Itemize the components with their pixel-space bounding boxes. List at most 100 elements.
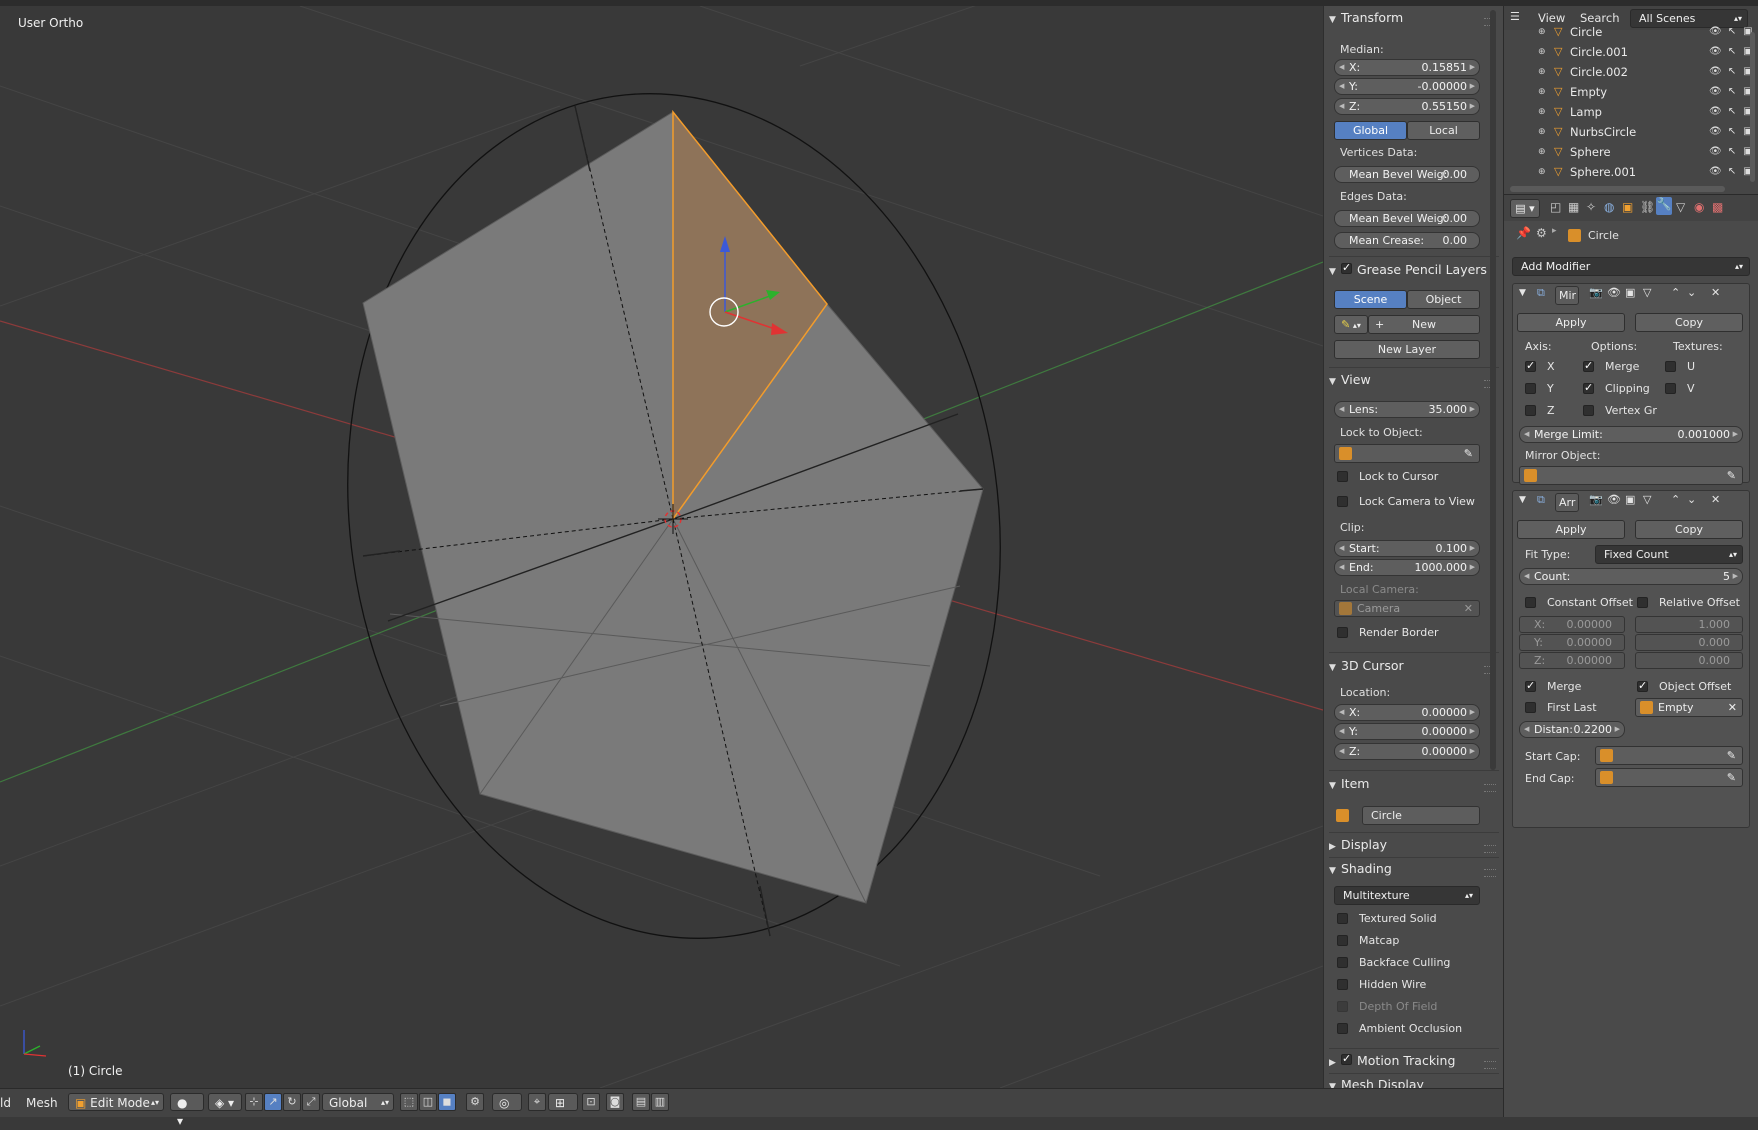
outliner-item[interactable]: ⊕ ▽ Circle.002 👁 ↖ ▣ bbox=[1504, 62, 1758, 82]
show-viewport-icon[interactable]: 👁 bbox=[1607, 286, 1621, 299]
merge-distance-field[interactable]: ◀ Distan: 0.2200 ▶ bbox=[1519, 721, 1625, 738]
median-z-field[interactable]: ◀ Z: 0.55150 ▶ bbox=[1334, 98, 1480, 115]
snap-element-selector[interactable]: ⊞ bbox=[548, 1093, 578, 1111]
viewport-shading-selector[interactable]: ● ▾ bbox=[170, 1093, 204, 1128]
visibility-eye-icon[interactable]: 👁 bbox=[1709, 106, 1722, 118]
remove-modifier-icon[interactable]: ✕ bbox=[1711, 286, 1720, 299]
outliner-item[interactable]: ⊕ ▽ Circle 👁 ↖ ▣ bbox=[1504, 22, 1758, 42]
shading-mode-dropdown[interactable]: Multitexture ▴▾ bbox=[1334, 886, 1480, 905]
view-menu[interactable]: ld bbox=[0, 1094, 11, 1112]
mean-crease-field[interactable]: Mean Crease: 0.00 bbox=[1334, 232, 1480, 249]
render-animation-icon[interactable]: ▤ bbox=[632, 1093, 650, 1111]
modifiers-tab-icon[interactable]: 🔧 bbox=[1656, 197, 1672, 215]
median-y-field[interactable]: ◀ Y: -0.00000 ▶ bbox=[1334, 78, 1480, 95]
expand-icon[interactable]: ⊕ bbox=[1538, 22, 1546, 42]
mirror-apply-button[interactable]: Apply bbox=[1517, 313, 1625, 332]
new-layer-button[interactable]: New Layer bbox=[1334, 340, 1480, 359]
grease-pencil-header[interactable]: ▼Grease Pencil Layers bbox=[1329, 260, 1487, 280]
remove-modifier-icon[interactable]: ✕ bbox=[1711, 493, 1720, 506]
vertex-select-icon[interactable]: ⬚ bbox=[400, 1093, 418, 1111]
move-up-icon[interactable]: ⌃ bbox=[1671, 493, 1680, 506]
mesh-menu[interactable]: Mesh bbox=[26, 1094, 58, 1112]
texture-tab-icon[interactable]: ▩ bbox=[1712, 200, 1723, 214]
show-editmode-icon[interactable]: ▣ bbox=[1625, 286, 1635, 299]
offset-object-field[interactable]: Empty ✕ bbox=[1635, 698, 1743, 717]
data-tab-icon[interactable]: ▽ bbox=[1676, 200, 1685, 214]
array-copy-button[interactable]: Copy bbox=[1635, 520, 1743, 539]
item-panel-header[interactable]: ▼ Item bbox=[1329, 774, 1369, 794]
outliner-item[interactable]: ⊕ ▽ Sphere 👁 ↖ ▣ bbox=[1504, 142, 1758, 162]
panel-scrollbar[interactable] bbox=[1490, 10, 1496, 770]
expand-icon[interactable]: ⊕ bbox=[1538, 82, 1546, 102]
clip-end-field[interactable]: ◀ End: 1000.000 ▶ bbox=[1334, 559, 1480, 576]
eyedropper-icon[interactable]: ✎ bbox=[1727, 467, 1736, 484]
edge-select-icon[interactable]: ◫ bbox=[419, 1093, 437, 1111]
collapse-arrow-icon[interactable]: ▼ bbox=[1519, 288, 1526, 298]
render-icon[interactable]: ◙ bbox=[606, 1093, 624, 1111]
mirror-name-field[interactable]: Mir bbox=[1555, 286, 1579, 305]
pin-icon[interactable]: 📌 bbox=[1516, 226, 1531, 240]
grease-new-button[interactable]: + New bbox=[1368, 315, 1480, 334]
select-arrow-icon[interactable]: ↖ bbox=[1726, 46, 1738, 58]
grease-pencil-checkbox[interactable] bbox=[1341, 261, 1357, 275]
visibility-eye-icon[interactable]: 👁 bbox=[1709, 86, 1722, 98]
motion-tracking-header[interactable]: ▶Motion Tracking bbox=[1329, 1051, 1455, 1071]
collapse-arrow-icon[interactable]: ▼ bbox=[1519, 495, 1526, 505]
expand-icon[interactable]: ⊕ bbox=[1538, 42, 1546, 62]
item-name-field[interactable]: Circle bbox=[1362, 806, 1480, 825]
visibility-eye-icon[interactable]: 👁 bbox=[1709, 26, 1722, 38]
grease-brush-selector[interactable]: ✎ ▴▾ bbox=[1334, 315, 1368, 334]
expand-icon[interactable]: ⊕ bbox=[1538, 122, 1546, 142]
material-tab-icon[interactable]: ◉ bbox=[1694, 200, 1704, 214]
occlude-geometry-icon[interactable]: ⚙ bbox=[466, 1093, 484, 1111]
mirror-object-field[interactable]: ✎ bbox=[1519, 466, 1743, 485]
global-toggle[interactable]: Global bbox=[1334, 121, 1407, 140]
move-down-icon[interactable]: ⌄ bbox=[1687, 286, 1696, 299]
grease-scene-toggle[interactable]: Scene bbox=[1334, 290, 1407, 309]
mode-selector[interactable]: ▣ Edit Mode ▴▾ bbox=[68, 1093, 164, 1111]
panel-grip-icon[interactable] bbox=[1484, 845, 1496, 853]
show-cage-icon[interactable]: ▽ bbox=[1643, 286, 1651, 299]
outliner-hscrollbar[interactable] bbox=[1510, 186, 1725, 192]
render-layers-tab-icon[interactable]: ▦ bbox=[1568, 200, 1579, 214]
select-arrow-icon[interactable]: ↖ bbox=[1726, 146, 1738, 158]
array-apply-button[interactable]: Apply bbox=[1517, 520, 1625, 539]
viewport-canvas[interactable] bbox=[0, 6, 1323, 1088]
proportional-edit-selector[interactable]: ◎ bbox=[492, 1093, 522, 1111]
visibility-eye-icon[interactable]: 👁 bbox=[1709, 146, 1722, 158]
constraints-tab-icon[interactable]: ⛓ bbox=[1640, 200, 1655, 214]
outliner-item[interactable]: ⊕ ▽ Lamp 👁 ↖ ▣ bbox=[1504, 102, 1758, 122]
shading-panel-header[interactable]: ▼ Shading bbox=[1329, 859, 1392, 879]
outliner-item[interactable]: ⊕ ▽ Sphere.001 👁 ↖ ▣ bbox=[1504, 162, 1758, 182]
expand-icon[interactable]: ⊕ bbox=[1538, 62, 1546, 82]
outliner-item[interactable]: ⊕ ▽ Empty 👁 ↖ ▣ bbox=[1504, 82, 1758, 102]
show-editmode-icon[interactable]: ▣ bbox=[1625, 493, 1635, 506]
count-field[interactable]: ◀ Count: 5 ▶ bbox=[1519, 568, 1743, 585]
local-toggle[interactable]: Local bbox=[1407, 121, 1480, 140]
editor-type-selector[interactable]: ▤ ▾ bbox=[1510, 199, 1540, 218]
select-arrow-icon[interactable]: ↖ bbox=[1726, 66, 1738, 78]
outliner-item[interactable]: ⊕ ▽ Circle.001 👁 ↖ ▣ bbox=[1504, 42, 1758, 62]
merge-limit-field[interactable]: ◀ Merge Limit: 0.001000 ▶ bbox=[1519, 426, 1743, 443]
cursor-x-field[interactable]: ◀ X: 0.00000 ▶ bbox=[1334, 704, 1480, 721]
end-cap-field[interactable]: ✎ bbox=[1595, 768, 1743, 787]
face-select-icon[interactable]: ◼ bbox=[438, 1093, 456, 1111]
show-render-icon[interactable]: 📷 bbox=[1589, 286, 1603, 299]
start-cap-field[interactable]: ✎ bbox=[1595, 746, 1743, 765]
3d-cursor-panel-header[interactable]: ▼ 3D Cursor bbox=[1329, 656, 1404, 676]
transform-panel-header[interactable]: ▼ Transform bbox=[1329, 8, 1403, 28]
opengl-render-icon[interactable]: ▥ bbox=[651, 1093, 669, 1111]
select-arrow-icon[interactable]: ↖ bbox=[1726, 106, 1738, 118]
render-tab-icon[interactable]: ◰ bbox=[1550, 200, 1561, 214]
eyedropper-icon[interactable]: ✎ bbox=[1464, 445, 1473, 462]
world-tab-icon[interactable]: ◍ bbox=[1604, 200, 1614, 214]
eyedropper-icon[interactable]: ✎ bbox=[1727, 747, 1736, 764]
rotate-icon[interactable]: ↻ bbox=[283, 1093, 301, 1111]
3d-viewport[interactable]: User Ortho (1) Circle bbox=[0, 6, 1323, 1088]
select-arrow-icon[interactable]: ↖ bbox=[1726, 86, 1738, 98]
panel-grip-icon[interactable] bbox=[1484, 1061, 1496, 1069]
display-panel-header[interactable]: ▶ Display bbox=[1329, 835, 1387, 855]
show-viewport-icon[interactable]: 👁 bbox=[1607, 493, 1621, 506]
view-panel-header[interactable]: ▼ View bbox=[1329, 370, 1371, 390]
object-tab-icon[interactable]: ▣ bbox=[1622, 200, 1633, 214]
